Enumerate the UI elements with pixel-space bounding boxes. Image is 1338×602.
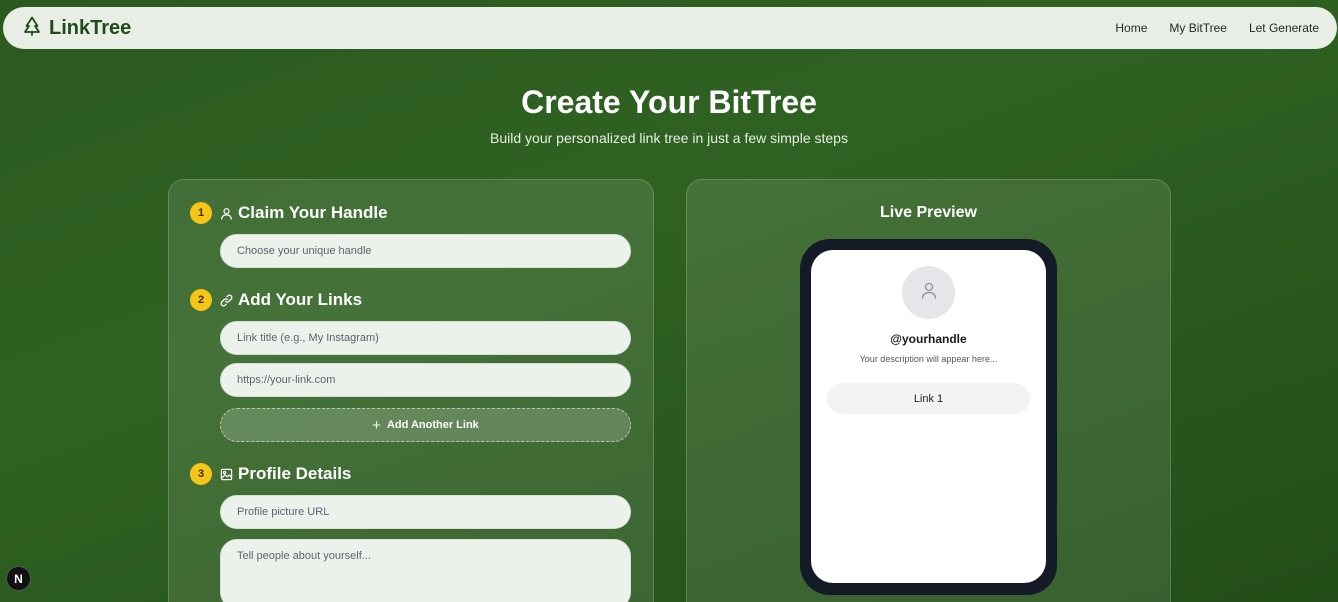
handle-input[interactable] [220,234,631,268]
tree-icon [23,16,41,41]
preview-title: Live Preview [880,204,977,221]
step-1-header: 1 Claim Your Handle [190,202,388,224]
brand-name: LinkTree [49,16,132,39]
bio-textarea[interactable] [220,539,631,602]
dev-tools-badge[interactable]: N [6,566,31,591]
profile-picture-input[interactable] [220,495,631,529]
step-title: Profile Details [238,464,352,483]
navbar: LinkTree Home My BitTree Let Generate [3,7,1337,49]
step-number-badge: 1 [190,202,212,224]
user-icon [920,281,938,304]
link-title-input[interactable] [220,321,631,355]
nav-link-home[interactable]: Home [1115,21,1147,35]
preview-link-button[interactable]: Link 1 [827,383,1030,414]
add-another-link-button[interactable]: + Add Another Link [220,408,631,442]
page-title: Create Your BitTree [521,84,817,120]
live-preview-panel: Live Preview @yourhandle Your descriptio… [686,179,1171,602]
nav-link-let-generate[interactable]: Let Generate [1249,21,1319,35]
nav-link-my-bittree[interactable]: My BitTree [1169,21,1227,35]
step-number-badge: 3 [190,463,212,485]
preview-description: Your description will appear here... [859,354,998,364]
step-title: Add Your Links [238,290,363,309]
step-2-header: 2 Add Your Links [190,289,362,311]
nav-links: Home My BitTree Let Generate [1115,21,1319,35]
link-icon [220,294,233,307]
plus-icon: + [372,416,381,434]
brand[interactable]: LinkTree [23,16,131,41]
page-subtitle: Build your personalized link tree in jus… [490,130,848,146]
phone-screen: @yourhandle Your description will appear… [811,250,1046,583]
create-form-panel: 1 Claim Your Handle 2 Add Your Links + A… [168,179,654,602]
preview-handle: @yourhandle [890,332,967,346]
step-number-badge: 2 [190,289,212,311]
link-url-input[interactable] [220,363,631,397]
add-link-label: Add Another Link [386,419,479,431]
avatar [902,266,955,319]
phone-mockup: @yourhandle Your description will appear… [800,239,1057,595]
step-3-header: 3 Profile Details [190,463,351,485]
step-title: Claim Your Handle [238,203,388,222]
image-icon [220,468,233,481]
user-icon [220,207,233,220]
